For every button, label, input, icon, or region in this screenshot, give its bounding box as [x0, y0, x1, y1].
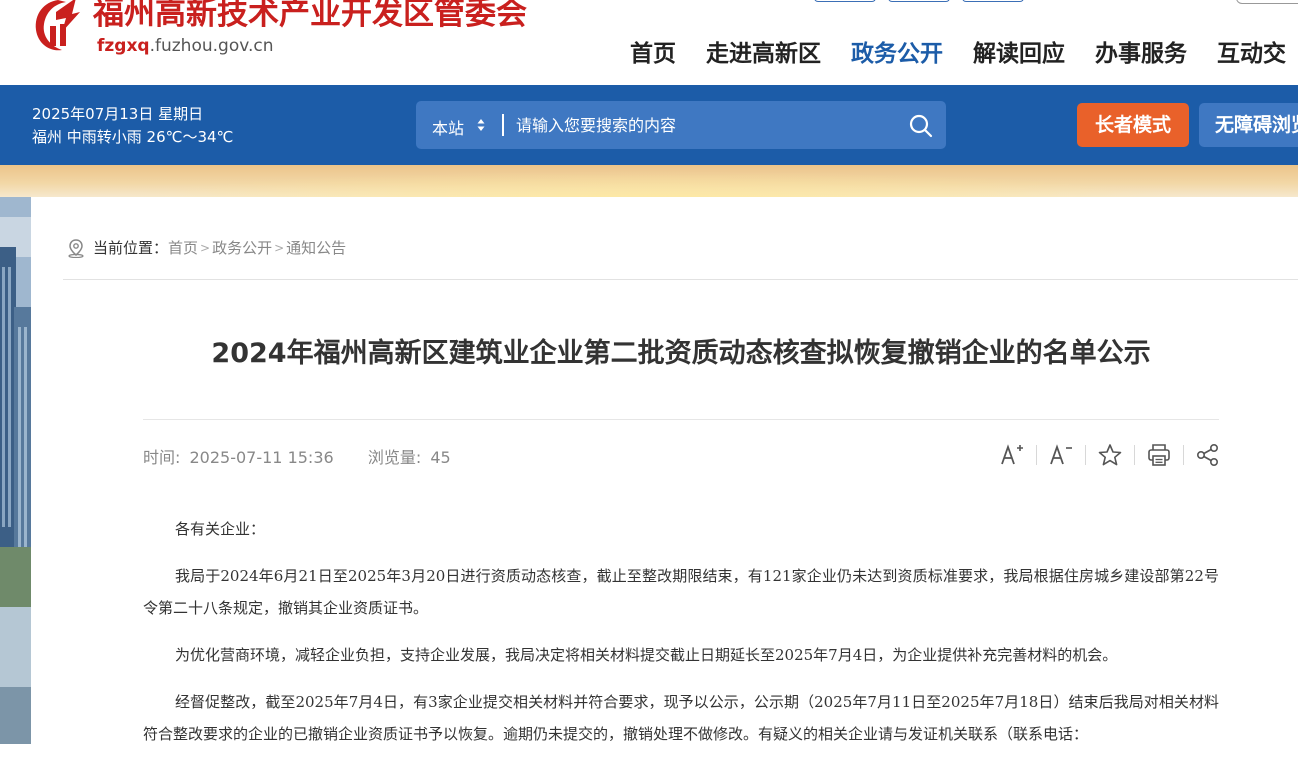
tool-separator: [1183, 445, 1184, 465]
breadcrumb: 当前位置： 首页 > 政务公开 > 通知公告: [67, 237, 346, 258]
article-body: 各有关企业： 我局于2024年6月21日至2025年3月20日进行资质动态核查，…: [143, 513, 1219, 765]
breadcrumb-gov-affairs[interactable]: 政务公开: [212, 237, 272, 258]
divider: [63, 279, 1298, 280]
share-icon[interactable]: [1193, 441, 1223, 469]
breadcrumb-notices[interactable]: 通知公告: [286, 237, 346, 258]
site-name[interactable]: 福州高新技术产业开发区管委会: [93, 0, 527, 33]
views-value: 45: [430, 448, 451, 467]
date-text: 2025年07月13日 星期日: [32, 105, 204, 123]
date-weather: 2025年07月13日 星期日 福州 中雨转小雨 26℃～34℃: [32, 103, 233, 149]
sort-arrows-icon[interactable]: [476, 116, 486, 134]
nav-services[interactable]: 办事服务: [1095, 34, 1187, 68]
site-domain: fzgxq.fuzhou.gov.cn: [97, 36, 274, 56]
search-icon[interactable]: [908, 113, 934, 139]
top-login-chip[interactable]: [1236, 0, 1298, 4]
breadcrumb-separator: >: [200, 240, 211, 255]
font-decrease-icon[interactable]: [1046, 441, 1076, 469]
city-skyline-image: [0, 197, 31, 744]
breadcrumb-home[interactable]: 首页: [168, 237, 198, 258]
article-paragraph: 我局于2024年6月21日至2025年3月20日进行资质动态核查，截止至整改期限…: [143, 567, 1219, 617]
top-link-chip[interactable]: [814, 0, 876, 2]
article-paragraph: 各有关企业：: [175, 520, 266, 538]
font-increase-icon[interactable]: [997, 441, 1027, 469]
breadcrumb-separator: >: [274, 240, 285, 255]
time-label: 时间:: [143, 448, 181, 467]
site-header: 福州高新技术产业开发区管委会 fzgxq.fuzhou.gov.cn 首页 走进…: [0, 0, 1298, 85]
search-scope-select[interactable]: 本站: [432, 115, 464, 139]
search-box: 本站: [416, 101, 946, 149]
utility-bar: 2025年07月13日 星期日 福州 中雨转小雨 26℃～34℃ 本站 长者模式…: [0, 85, 1298, 165]
views-label: 浏览量:: [367, 448, 422, 467]
main-nav: 首页 走进高新区 政务公开 解读回应 办事服务 互动交: [630, 34, 1298, 68]
tool-separator: [1085, 445, 1086, 465]
elder-mode-button[interactable]: 长者模式: [1077, 103, 1189, 147]
print-icon[interactable]: [1144, 441, 1174, 469]
divider: [143, 419, 1219, 420]
tool-separator: [1134, 445, 1135, 465]
weather-text: 福州 中雨转小雨 26℃～34℃: [32, 128, 234, 146]
top-link-chip[interactable]: [888, 0, 950, 2]
tool-separator: [1036, 445, 1037, 465]
search-divider: [502, 114, 504, 136]
search-input[interactable]: [516, 113, 896, 137]
nav-about[interactable]: 走进高新区: [706, 34, 821, 68]
breadcrumb-label: 当前位置：: [93, 239, 169, 257]
nav-home[interactable]: 首页: [630, 34, 676, 68]
article-paragraph: 为优化营商环境，减轻企业负担，支持企业发展，我局决定将相关材料提交截止日期延长至…: [175, 646, 1118, 664]
content-panel: 当前位置： 首页 > 政务公开 > 通知公告 2024年福州高新区建筑业企业第二…: [31, 197, 1298, 744]
accessibility-button[interactable]: 无障碍浏览: [1199, 103, 1298, 147]
top-link-chip[interactable]: [962, 0, 1024, 2]
article-meta: 时间: 2025-07-11 15:36 浏览量: 45: [143, 444, 455, 468]
article-title: 2024年福州高新区建筑业企业第二批资质动态核查拟恢复撤销企业的名单公示: [211, 338, 1151, 369]
article-tools: [997, 441, 1223, 469]
article-paragraph: 经督促整改，截至2025年7月4日，有3家企业提交相关材料并符合要求，现予以公示…: [143, 693, 1219, 743]
location-pin-icon: [68, 238, 84, 258]
nav-interaction[interactable]: 互动交: [1217, 34, 1286, 68]
favorite-star-icon[interactable]: [1095, 441, 1125, 469]
domain-prefix: fzgxq: [97, 36, 150, 56]
nav-interpretation[interactable]: 解读回应: [973, 34, 1065, 68]
domain-rest: .fuzhou.gov.cn: [149, 36, 274, 56]
nav-gov-affairs[interactable]: 政务公开: [851, 34, 943, 68]
banner-glow: [0, 165, 1298, 197]
time-value: 2025-07-11 15:36: [189, 448, 334, 467]
site-logo-icon[interactable]: [32, 0, 84, 56]
